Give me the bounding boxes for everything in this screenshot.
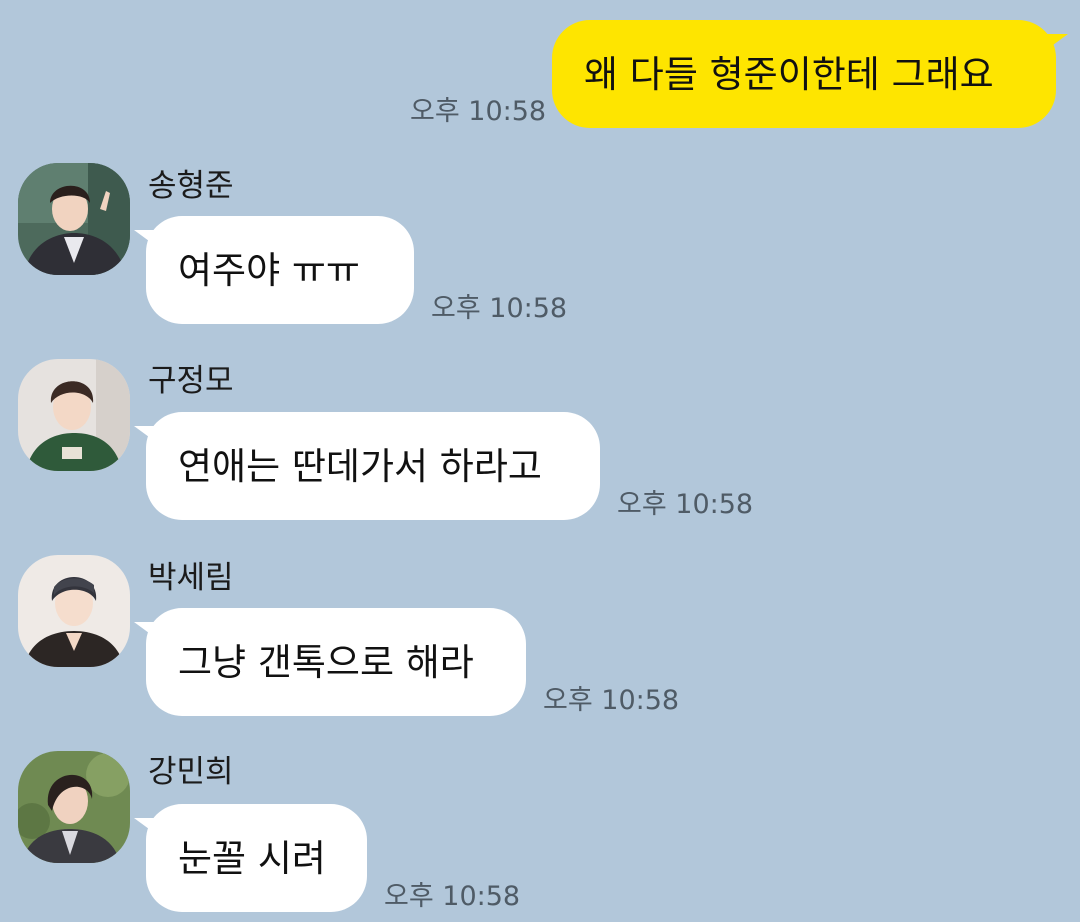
- sender-name: 강민희: [148, 754, 234, 790]
- avatar[interactable]: [18, 163, 130, 275]
- profile-photo-icon: [18, 163, 130, 275]
- avatar[interactable]: [18, 751, 130, 863]
- message-text: 그냥 갠톡으로 해라: [178, 640, 474, 684]
- message-text: 연애는 딴데가서 하라고: [178, 444, 542, 488]
- message-text: 여주야 ㅠㅠ: [178, 248, 360, 292]
- sender-name: 구정모: [148, 363, 234, 399]
- message-time: 오후 10:58: [410, 96, 547, 127]
- incoming-message-bubble[interactable]: 눈꼴 시려: [146, 804, 367, 912]
- profile-photo-icon: [18, 751, 130, 863]
- profile-photo-icon: [18, 359, 130, 471]
- message-time: 오후 10:58: [384, 881, 521, 912]
- sender-name: 송형준: [148, 168, 234, 204]
- message-time: 오후 10:58: [543, 685, 680, 716]
- message-time: 오후 10:58: [617, 489, 754, 520]
- profile-photo-icon: [18, 555, 130, 667]
- incoming-message-bubble[interactable]: 연애는 딴데가서 하라고: [146, 412, 600, 520]
- message-time: 오후 10:58: [431, 293, 568, 324]
- message-text: 눈꼴 시려: [178, 836, 326, 880]
- sender-name: 박세림: [148, 560, 234, 596]
- avatar[interactable]: [18, 359, 130, 471]
- avatar[interactable]: [18, 555, 130, 667]
- incoming-message-bubble[interactable]: 그냥 갠톡으로 해라: [146, 608, 526, 716]
- message-text: 왜 다들 형준이한테 그래요: [584, 52, 994, 96]
- incoming-message-bubble[interactable]: 여주야 ㅠㅠ: [146, 216, 414, 324]
- outgoing-message-bubble[interactable]: 왜 다들 형준이한테 그래요: [552, 20, 1056, 128]
